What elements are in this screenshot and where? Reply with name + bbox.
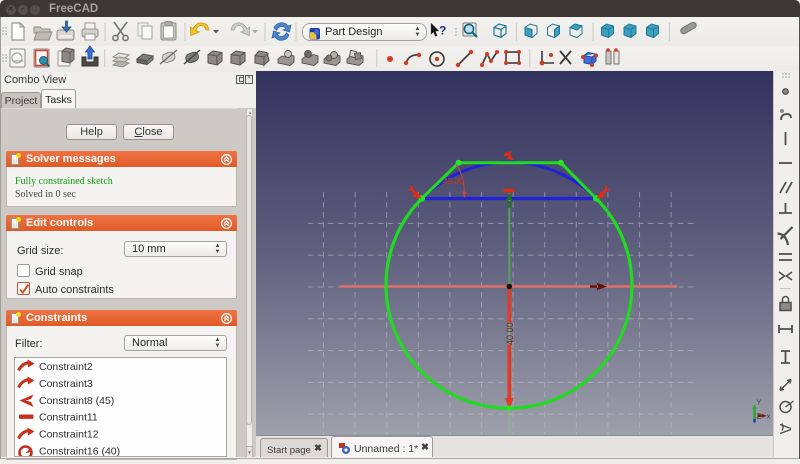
svg-text:Constraint2: Constraint2 (39, 361, 93, 373)
svg-text:?: ? (439, 24, 446, 38)
svg-text:Constraint11: Constraint11 (39, 412, 98, 424)
svg-text:40.00: 40.00 (505, 322, 515, 345)
svg-text:Constraint8 (45): Constraint8 (45) (39, 395, 114, 407)
svg-text:Constraint16 (40): Constraint16 (40) (39, 446, 120, 458)
svg-text:Z: Z (757, 412, 762, 421)
svg-text:Constraint3: Constraint3 (39, 378, 93, 390)
svg-text:x: x (767, 414, 771, 421)
svg-text:45.00: 45.00 (443, 177, 464, 186)
svg-text:Constraint12: Constraint12 (39, 429, 99, 441)
svg-text:Y: Y (757, 400, 762, 407)
